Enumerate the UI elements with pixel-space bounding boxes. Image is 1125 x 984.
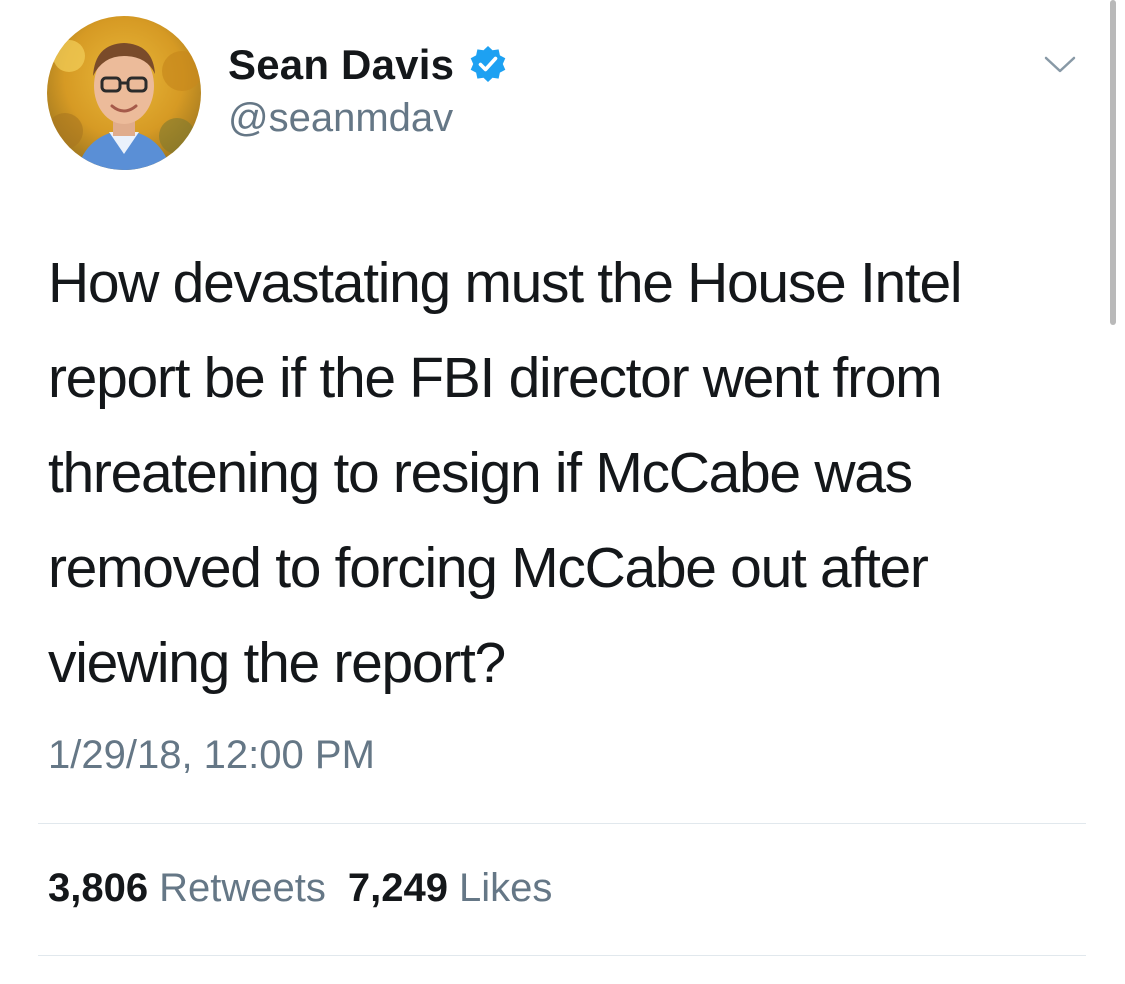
- tweet-timestamp[interactable]: 1/29/18, 12:00 PM: [48, 733, 375, 778]
- likes-stat[interactable]: 7,249 Likes: [348, 866, 553, 911]
- display-name[interactable]: Sean Davis: [228, 41, 454, 89]
- tweet-text: How devastating must the House Intel rep…: [48, 251, 963, 695]
- retweets-stat[interactable]: 3,806 Retweets: [48, 866, 326, 911]
- tweet-stats: 3,806 Retweets 7,249 Likes: [48, 866, 574, 911]
- avatar-photo: [47, 16, 201, 170]
- user-name-row[interactable]: Sean Davis: [228, 40, 508, 90]
- likes-label: Likes: [458, 866, 553, 910]
- verified-badge-icon: [468, 45, 508, 85]
- tweet-detail: Sean Davis @seanmdav How devastating mus…: [0, 0, 1125, 984]
- likes-count: 7,249: [347, 866, 448, 910]
- retweets-count: 3,806: [48, 866, 149, 910]
- retweets-label: Retweets: [159, 866, 326, 910]
- chevron-down-icon[interactable]: [1040, 50, 1080, 80]
- divider: [38, 955, 1086, 956]
- avatar[interactable]: [47, 16, 201, 170]
- user-handle[interactable]: @seanmdav: [228, 96, 453, 141]
- divider: [38, 823, 1086, 824]
- scrollbar[interactable]: [1110, 0, 1116, 325]
